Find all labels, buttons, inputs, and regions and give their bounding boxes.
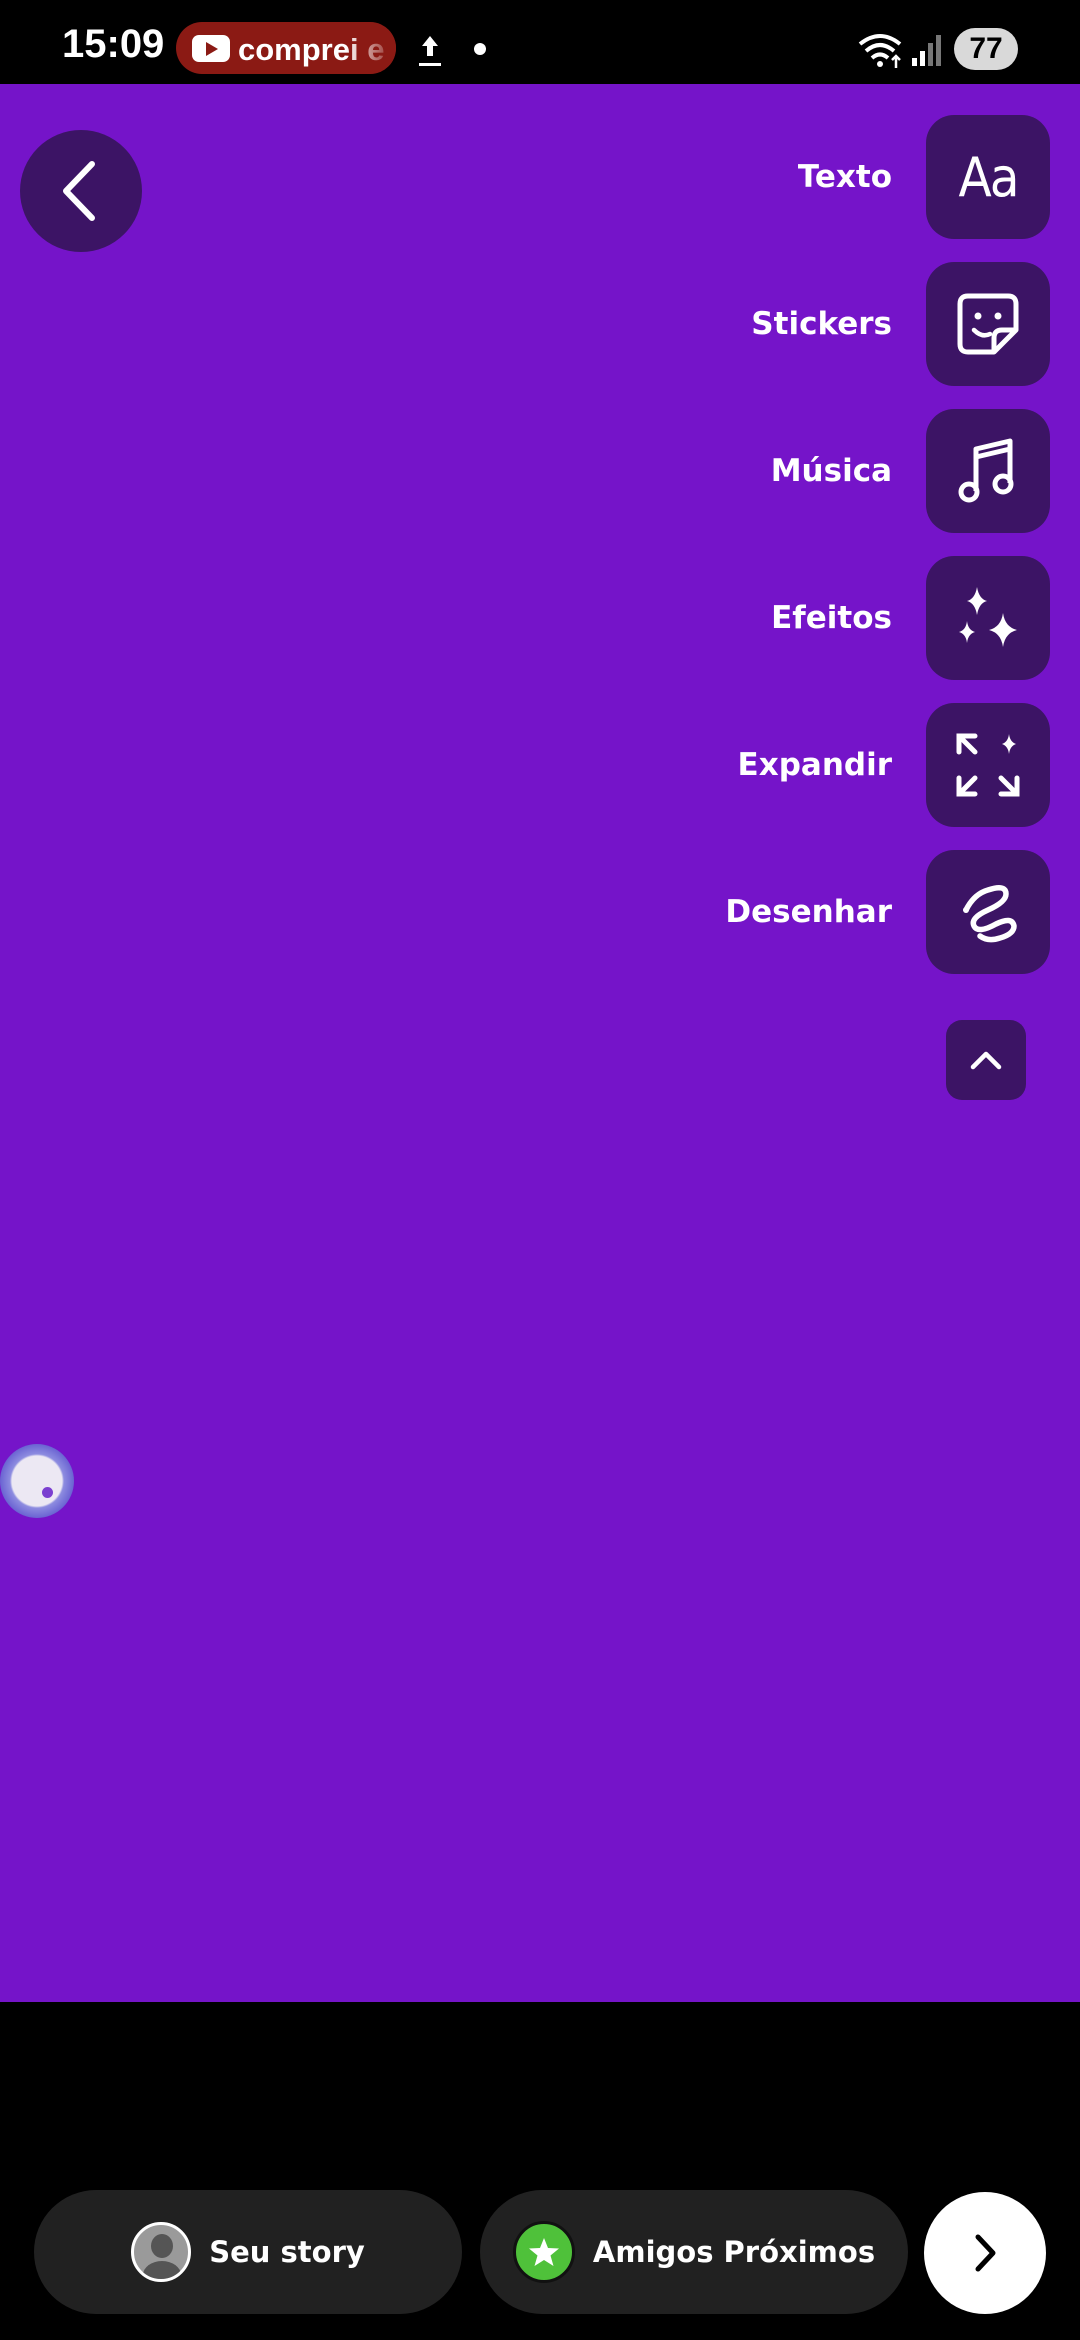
status-bar: 15:09 comprei e 77 xyxy=(0,0,1080,84)
tool-expandir[interactable]: Expandir xyxy=(738,703,1050,827)
chevron-left-icon xyxy=(63,161,95,221)
next-button[interactable] xyxy=(924,2192,1046,2314)
floating-assistant-bubble[interactable] xyxy=(0,1444,74,1518)
tool-desenhar[interactable]: Desenhar xyxy=(725,850,1050,974)
expand-icon xyxy=(956,733,1020,797)
tool-label: Efeitos xyxy=(771,600,892,636)
star-badge xyxy=(512,2221,575,2283)
text-aa-icon: Aa xyxy=(926,115,1050,239)
notification-dot-icon xyxy=(474,43,486,55)
avatar xyxy=(131,2222,192,2282)
your-story-label: Seu story xyxy=(209,2235,365,2269)
signal-icon xyxy=(912,35,941,66)
tool-musica[interactable]: Música xyxy=(771,409,1050,533)
status-time: 15:09 xyxy=(62,22,165,66)
chevron-right-icon xyxy=(975,2234,996,2272)
star-icon xyxy=(528,2238,559,2266)
draw-squiggle-icon xyxy=(963,885,1017,943)
close-friends-label: Amigos Próximos xyxy=(592,2235,876,2269)
collapse-tools-button[interactable] xyxy=(946,1020,1026,1100)
tool-label: Desenhar xyxy=(725,894,892,930)
chevron-up-icon xyxy=(970,1051,1002,1070)
youtube-icon xyxy=(192,35,230,62)
battery-indicator: 77 xyxy=(954,28,1018,70)
tool-texto[interactable]: Texto Aa xyxy=(798,115,1050,239)
youtube-notification-pill[interactable]: comprei e xyxy=(176,22,396,74)
wifi-icon xyxy=(858,34,902,68)
tool-label: Expandir xyxy=(737,747,892,783)
close-friends-button[interactable]: Amigos Próximos xyxy=(480,2190,908,2314)
tool-label: Texto xyxy=(797,159,892,195)
tool-label: Música xyxy=(770,453,892,489)
tool-label: Stickers xyxy=(751,306,892,342)
sparkles-icon xyxy=(959,587,1017,647)
music-note-icon xyxy=(958,438,1014,503)
sticker-icon xyxy=(957,293,1019,355)
your-story-button[interactable]: Seu story xyxy=(34,2190,462,2314)
back-button[interactable] xyxy=(20,130,142,252)
tool-stickers[interactable]: Stickers xyxy=(751,262,1050,386)
upload-icon xyxy=(419,36,441,66)
tool-efeitos[interactable]: Efeitos xyxy=(771,556,1050,680)
